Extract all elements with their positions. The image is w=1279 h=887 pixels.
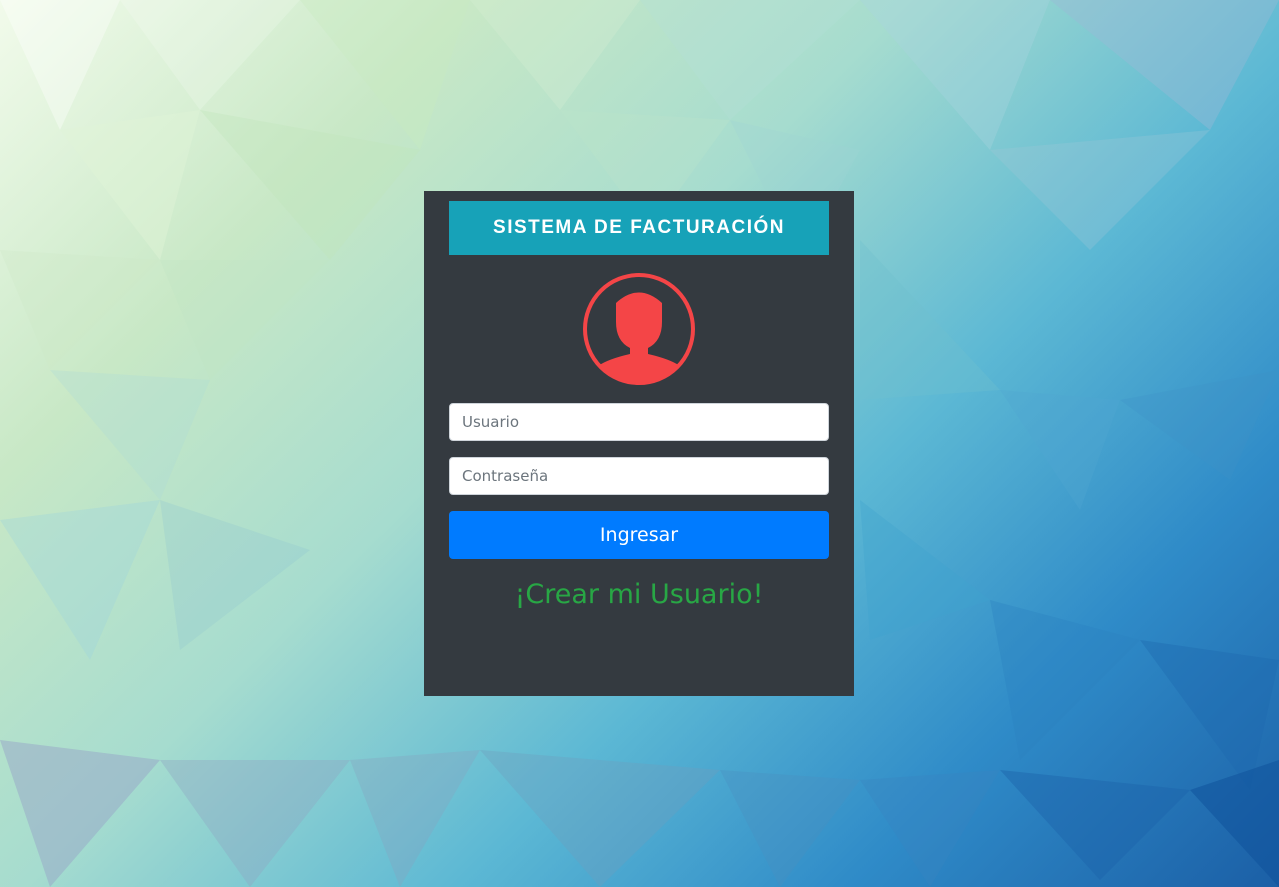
password-input[interactable]: [449, 457, 829, 495]
app-title: SISTEMA DE FACTURACIÓN: [493, 217, 785, 238]
user-silhouette-icon: [583, 273, 695, 385]
username-input[interactable]: [449, 403, 829, 441]
header-banner: SISTEMA DE FACTURACIÓN: [449, 201, 829, 255]
login-panel: SISTEMA DE FACTURACIÓN Ingresar ¡Crear m…: [424, 191, 854, 696]
login-button[interactable]: Ingresar: [449, 511, 829, 559]
create-user-link[interactable]: ¡Crear mi Usuario!: [424, 579, 854, 610]
